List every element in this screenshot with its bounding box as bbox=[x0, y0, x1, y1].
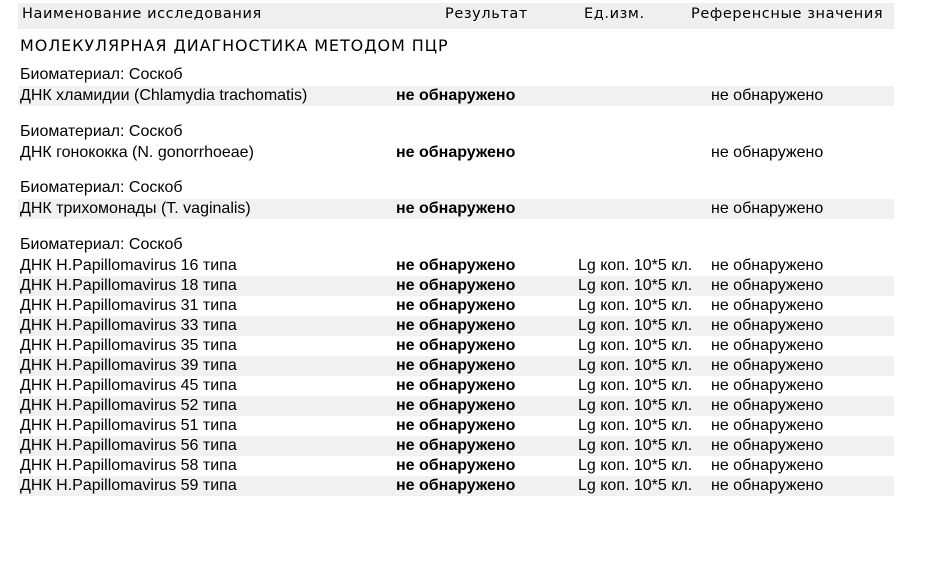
table-row: ДНК H.Papillomavirus 59 типа не обнаруже… bbox=[18, 476, 894, 496]
test-name: ДНК H.Papillomavirus 51 типа bbox=[20, 417, 237, 434]
test-result: не обнаружено bbox=[396, 357, 516, 374]
table-row: ДНК H.Papillomavirus 31 типа не обнаруже… bbox=[18, 296, 894, 316]
test-result: не обнаружено bbox=[396, 317, 516, 334]
table-row: ДНК H.Papillomavirus 33 типа не обнаруже… bbox=[18, 316, 894, 336]
test-name: ДНК H.Papillomavirus 56 типа bbox=[20, 437, 237, 454]
test-name: ДНК H.Papillomavirus 35 типа bbox=[20, 337, 237, 354]
test-name: ДНК гонококка (N. gonorrhoeae) bbox=[20, 144, 254, 161]
test-reference: не обнаружено bbox=[711, 277, 824, 294]
test-reference: не обнаружено bbox=[711, 297, 824, 314]
test-result: не обнаружено bbox=[396, 257, 516, 274]
test-unit: Lg коп. 10*5 кл. bbox=[578, 317, 693, 334]
test-name: ДНК H.Papillomavirus 45 типа bbox=[20, 377, 237, 394]
test-name: ДНК H.Papillomavirus 58 типа bbox=[20, 457, 237, 474]
test-name: ДНК трихомонады (T. vaginalis) bbox=[20, 200, 251, 217]
test-name: ДНК H.Papillomavirus 16 типа bbox=[20, 257, 237, 274]
test-name: ДНК H.Papillomavirus 31 типа bbox=[20, 297, 237, 314]
header-unit: Ед.изм. bbox=[584, 6, 645, 22]
table-row: ДНК гонококка (N. gonorrhoeae) не обнару… bbox=[18, 143, 894, 163]
test-unit: Lg коп. 10*5 кл. bbox=[578, 357, 693, 374]
test-unit: Lg коп. 10*5 кл. bbox=[578, 417, 693, 434]
test-result: не обнаружено bbox=[396, 277, 516, 294]
test-unit: Lg коп. 10*5 кл. bbox=[578, 397, 693, 414]
table-row: ДНК H.Papillomavirus 52 типа не обнаруже… bbox=[18, 396, 894, 416]
test-result: не обнаружено bbox=[396, 87, 516, 104]
table-row: ДНК H.Papillomavirus 35 типа не обнаруже… bbox=[18, 336, 894, 356]
test-reference: не обнаружено bbox=[711, 377, 824, 394]
table-row: ДНК H.Papillomavirus 18 типа не обнаруже… bbox=[18, 276, 894, 296]
table-row: ДНК H.Papillomavirus 51 типа не обнаруже… bbox=[18, 416, 894, 436]
test-reference: не обнаружено bbox=[711, 437, 824, 454]
test-name: ДНК H.Papillomavirus 18 типа bbox=[20, 277, 237, 294]
test-unit: Lg коп. 10*5 кл. bbox=[578, 337, 693, 354]
biomaterial-label: Биоматериал: Соскоб bbox=[20, 236, 183, 253]
header-name: Наименование исследования bbox=[22, 6, 262, 22]
test-unit: Lg коп. 10*5 кл. bbox=[578, 297, 693, 314]
test-name: ДНК H.Papillomavirus 39 типа bbox=[20, 357, 237, 374]
biomaterial-label: Биоматериал: Соскоб bbox=[20, 123, 183, 140]
test-reference: не обнаружено bbox=[711, 417, 824, 434]
test-reference: не обнаружено bbox=[711, 397, 824, 414]
test-reference: не обнаружено bbox=[711, 477, 824, 494]
test-result: не обнаружено bbox=[396, 397, 516, 414]
table-header: Наименование исследования Результат Ед.и… bbox=[18, 3, 894, 29]
test-unit: Lg коп. 10*5 кл. bbox=[578, 277, 693, 294]
test-reference: не обнаружено bbox=[711, 200, 824, 217]
test-name: ДНК H.Papillomavirus 52 типа bbox=[20, 397, 237, 414]
test-unit: Lg коп. 10*5 кл. bbox=[578, 457, 693, 474]
test-name: ДНК H.Papillomavirus 59 типа bbox=[20, 477, 237, 494]
test-result: не обнаружено bbox=[396, 377, 516, 394]
table-row: ДНК H.Papillomavirus 58 типа не обнаруже… bbox=[18, 456, 894, 476]
table-row: ДНК H.Papillomavirus 16 типа не обнаруже… bbox=[18, 256, 894, 276]
biomaterial-label: Биоматериал: Соскоб bbox=[20, 66, 183, 83]
test-result: не обнаружено bbox=[396, 297, 516, 314]
header-result: Результат bbox=[445, 6, 528, 22]
test-reference: не обнаружено bbox=[711, 357, 824, 374]
test-result: не обнаружено bbox=[396, 144, 516, 161]
test-unit: Lg коп. 10*5 кл. bbox=[578, 437, 693, 454]
table-row: ДНК хламидии (Chlamydia trachomatis) не … bbox=[18, 86, 894, 106]
test-result: не обнаружено bbox=[396, 457, 516, 474]
test-result: не обнаружено bbox=[396, 477, 516, 494]
test-reference: не обнаружено bbox=[711, 457, 824, 474]
test-result: не обнаружено bbox=[396, 337, 516, 354]
test-name: ДНК хламидии (Chlamydia trachomatis) bbox=[20, 87, 308, 104]
test-reference: не обнаружено bbox=[711, 257, 824, 274]
test-reference: не обнаружено bbox=[711, 317, 824, 334]
test-reference: не обнаружено bbox=[711, 87, 824, 104]
biomaterial-label: Биоматериал: Соскоб bbox=[20, 179, 183, 196]
test-unit: Lg коп. 10*5 кл. bbox=[578, 257, 693, 274]
table-row: ДНК H.Papillomavirus 45 типа не обнаруже… bbox=[18, 376, 894, 396]
test-unit: Lg коп. 10*5 кл. bbox=[578, 477, 693, 494]
test-result: не обнаружено bbox=[396, 200, 516, 217]
table-row: ДНК трихомонады (T. vaginalis) не обнару… bbox=[18, 199, 894, 219]
table-row: ДНК H.Papillomavirus 39 типа не обнаруже… bbox=[18, 356, 894, 376]
test-reference: не обнаружено bbox=[711, 144, 824, 161]
header-reference: Референсные значения bbox=[691, 6, 884, 22]
test-name: ДНК H.Papillomavirus 33 типа bbox=[20, 317, 237, 334]
test-reference: не обнаружено bbox=[711, 337, 824, 354]
section-title: МОЛЕКУЛЯРНАЯ ДИАГНОСТИКА МЕТОДОМ ПЦР bbox=[20, 36, 449, 55]
table-row: ДНК H.Papillomavirus 56 типа не обнаруже… bbox=[18, 436, 894, 456]
test-unit: Lg коп. 10*5 кл. bbox=[578, 377, 693, 394]
test-result: не обнаружено bbox=[396, 417, 516, 434]
test-result: не обнаружено bbox=[396, 437, 516, 454]
